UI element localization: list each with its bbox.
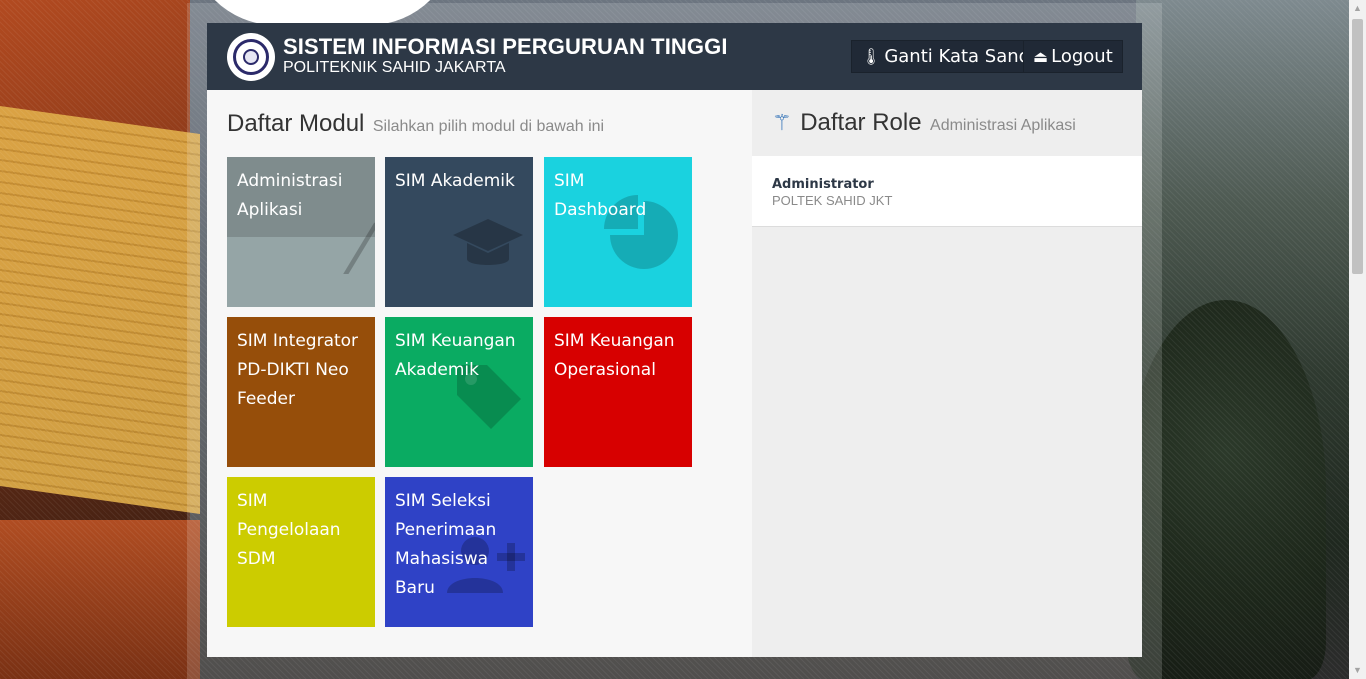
role-list: Administrator POLTEK SAHID JKT (752, 156, 1142, 227)
tile-sim-seleksi[interactable]: SIM Seleksi Penerimaan Mahasiswa Baru (385, 477, 533, 627)
tile-sim-dashboard[interactable]: SIM Dashboard (544, 157, 692, 307)
tile-label: SIM Akademik (395, 171, 515, 191)
change-password-button[interactable]: 🌡 Ganti Kata Sandi (851, 40, 1046, 73)
graduation-cap-icon (451, 217, 525, 285)
magic-wand-icon: ⚚ (772, 110, 792, 135)
change-password-label: Ganti Kata Sandi (884, 46, 1036, 67)
role-organization: POLTEK SAHID JKT (772, 193, 893, 208)
magic-wand-icon: ⁄ (355, 211, 367, 290)
scroll-up-arrow-icon[interactable]: ▲ (1349, 0, 1366, 17)
tile-label: SIM Integrator PD-DIKTI Neo Feeder (237, 331, 359, 409)
roles-heading: ⚚ Daftar Role Administrasi Aplikasi (772, 109, 1076, 137)
app-container: SISTEM INFORMASI PERGURUAN TINGGI POLITE… (207, 23, 1142, 657)
top-navbar: SISTEM INFORMASI PERGURUAN TINGGI POLITE… (207, 23, 1142, 90)
tile-sim-keuangan-akademik[interactable]: SIM Keuangan Akademik (385, 317, 533, 467)
logout-label: Logout (1051, 46, 1113, 67)
app-title: SISTEM INFORMASI PERGURUAN TINGGI (283, 34, 728, 59)
scroll-down-arrow-icon[interactable]: ▼ (1349, 662, 1366, 679)
logo-ring (233, 39, 269, 75)
scroll-thumb[interactable] (1352, 19, 1363, 274)
roles-title: Daftar Role (800, 109, 922, 136)
role-item-administrator[interactable]: Administrator POLTEK SAHID JKT (772, 177, 892, 208)
logout-button[interactable]: ⏏ Logout (1023, 40, 1123, 73)
app-subtitle: POLITEKNIK SAHID JAKARTA (283, 59, 506, 76)
tile-label: SIM Seleksi Penerimaan Mahasiswa Baru (395, 491, 497, 598)
tile-label: SIM Pengelolaan SDM (237, 491, 341, 569)
tile-sim-integrator[interactable]: SIM Integrator PD-DIKTI Neo Feeder (227, 317, 375, 467)
modules-title: Daftar Modul (227, 110, 365, 137)
logo-emblem (243, 49, 259, 65)
tile-label: Administrasi Aplikasi (237, 171, 343, 220)
tile-sim-pengelolaan-sdm[interactable]: SIM Pengelolaan SDM (227, 477, 375, 627)
role-panel: ⚚ Daftar Role Administrasi Aplikasi Admi… (752, 90, 1142, 657)
modules-heading: Daftar Modul Silahkan pilih modul di baw… (227, 110, 604, 138)
institution-logo (227, 33, 275, 81)
tile-sim-keuangan-operasional[interactable]: SIM Keuangan Operasional (544, 317, 692, 467)
tile-label: SIM Dashboard (554, 171, 647, 220)
logout-icon: ⏏ (1033, 47, 1049, 66)
thermometer-icon: 🌡 (861, 47, 882, 66)
page-scrollbar[interactable]: ▲ ▼ (1349, 0, 1366, 679)
modules-subtitle: Silahkan pilih modul di bawah ini (372, 118, 605, 135)
tile-sim-akademik[interactable]: SIM Akademik (385, 157, 533, 307)
role-name: Administrator (772, 177, 874, 192)
graduation-cap-svg (453, 219, 523, 265)
tile-administrasi-aplikasi[interactable]: Administrasi Aplikasi ⁄ (227, 157, 375, 307)
roles-subtitle: Administrasi Aplikasi (930, 117, 1076, 134)
tile-label: SIM Keuangan Akademik (395, 331, 516, 380)
tile-label: SIM Keuangan Operasional (554, 331, 675, 380)
